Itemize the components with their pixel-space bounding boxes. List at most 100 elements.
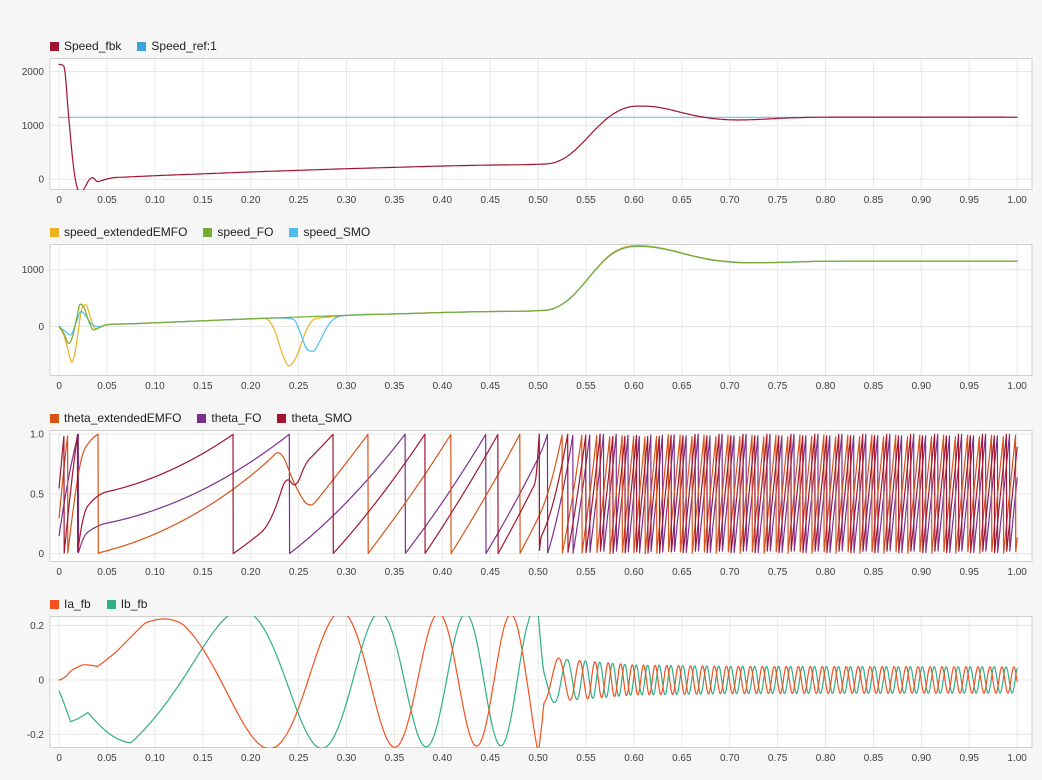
plot-background — [50, 58, 1032, 190]
legend-item-speed_extendedEMFO[interactable]: speed_extendedEMFO — [50, 225, 187, 239]
legend-swatch-icon — [203, 228, 212, 237]
legend-item-Speed_fbk[interactable]: Speed_fbk — [50, 39, 121, 53]
x-tick-label: 0 — [56, 381, 62, 392]
chart-block-observer-speeds: speed_extendedEMFO speed_FO speed_SMO 1000 0… — [2, 222, 1042, 394]
x-tick-label: 0.40 — [433, 381, 453, 392]
x-tick-label: 0.65 — [672, 753, 692, 764]
legend-label: theta_extendedEMFO — [64, 411, 181, 425]
legend-item-Speed_ref:1[interactable]: Speed_ref:1 — [137, 39, 216, 53]
x-tick-label: 0.75 — [768, 753, 788, 764]
x-tick-label: 0.25 — [289, 195, 309, 206]
x-tick-label: 0.90 — [912, 195, 932, 206]
y-tick-label: 1000 — [22, 265, 45, 276]
legend-item-Ia_fb[interactable]: Ia_fb — [50, 597, 91, 611]
y-tick-label: 2000 — [22, 67, 45, 78]
scope-window: { "page": { "bg": "#f6f6f6", "plot_bg": … — [0, 0, 1042, 766]
legend-label: speed_FO — [217, 225, 273, 239]
legend-item-theta_SMO[interactable]: theta_SMO — [277, 411, 352, 425]
x-tick-label: 0.70 — [720, 195, 740, 206]
legend-label: Speed_ref:1 — [151, 39, 216, 53]
legend-item-speed_FO[interactable]: speed_FO — [203, 225, 273, 239]
legend-swatch-icon — [137, 42, 146, 51]
legend-swatch-icon — [50, 414, 59, 423]
legend-swatch-icon — [50, 228, 59, 237]
x-tick-label: 0.15 — [193, 753, 213, 764]
x-tick-label: 0.60 — [624, 195, 644, 206]
x-tick-label: 0.65 — [672, 195, 692, 206]
legend-item-Ib_fb[interactable]: Ib_fb — [107, 597, 148, 611]
x-tick-label: 0.30 — [337, 753, 357, 764]
x-tick-label: 0.20 — [241, 381, 261, 392]
y-tick-label: -0.2 — [27, 730, 45, 741]
x-tick-label: 0.75 — [768, 195, 788, 206]
x-tick-label: 0.70 — [720, 381, 740, 392]
x-tick-label: 0.90 — [912, 381, 932, 392]
x-tick-label: 0.35 — [385, 381, 405, 392]
x-tick-label: 0.40 — [433, 567, 453, 578]
x-tick-label: 0.85 — [864, 195, 884, 206]
x-tick-label: 0.95 — [960, 195, 980, 206]
x-tick-label: 0.50 — [528, 567, 548, 578]
legend-swatch-icon — [197, 414, 206, 423]
x-tick-label: 0.30 — [337, 195, 357, 206]
y-tick-label: 0 — [38, 549, 44, 560]
plot-theta: 1.00.5000.050.100.150.200.250.300.350.40… — [2, 430, 1040, 580]
legend-item-speed_SMO[interactable]: speed_SMO — [289, 225, 370, 239]
legend-observer-speeds: speed_extendedEMFO speed_FO speed_SMO — [50, 222, 1042, 242]
x-tick-label: 0.80 — [816, 567, 836, 578]
x-tick-label: 0 — [56, 195, 62, 206]
x-tick-label: 0.70 — [720, 753, 740, 764]
legend-label: speed_extendedEMFO — [64, 225, 187, 239]
x-tick-label: 0.90 — [912, 753, 932, 764]
x-tick-label: 0.50 — [528, 195, 548, 206]
x-tick-label: 0.35 — [385, 567, 405, 578]
x-tick-label: 0.20 — [241, 753, 261, 764]
legend-item-theta_extendedEMFO[interactable]: theta_extendedEMFO — [50, 411, 181, 425]
legend-label: theta_FO — [211, 411, 261, 425]
plot-currents: 0.20-0.200.050.100.150.200.250.300.350.4… — [2, 616, 1040, 766]
x-tick-label: 0.05 — [97, 567, 117, 578]
legend-label: Ib_fb — [121, 597, 148, 611]
x-tick-label: 0.45 — [480, 381, 500, 392]
x-tick-label: 0.10 — [145, 381, 165, 392]
x-tick-label: 1.00 — [1007, 195, 1027, 206]
x-tick-label: 0.85 — [864, 753, 884, 764]
x-tick-label: 0.85 — [864, 381, 884, 392]
x-tick-label: 0.75 — [768, 381, 788, 392]
x-tick-label: 0.55 — [576, 195, 596, 206]
x-tick-label: 0.80 — [816, 381, 836, 392]
x-tick-label: 0.40 — [433, 753, 453, 764]
x-tick-label: 0.05 — [97, 381, 117, 392]
x-tick-label: 0.15 — [193, 195, 213, 206]
legend-theta: theta_extendedEMFO theta_FO theta_SMO — [50, 408, 1042, 428]
x-tick-label: 0.95 — [960, 753, 980, 764]
y-tick-label: 0 — [38, 322, 44, 333]
x-tick-label: 0.05 — [97, 195, 117, 206]
x-tick-label: 0.85 — [864, 567, 884, 578]
y-tick-label: 0.2 — [30, 621, 44, 632]
x-tick-label: 0.35 — [385, 753, 405, 764]
legend-swatch-icon — [289, 228, 298, 237]
x-tick-label: 0.50 — [528, 753, 548, 764]
x-tick-label: 0.15 — [193, 381, 213, 392]
x-tick-label: 0.75 — [768, 567, 788, 578]
legend-currents: Ia_fb Ib_fb — [50, 594, 1042, 614]
y-tick-label: 0 — [38, 175, 44, 186]
x-tick-label: 0.90 — [912, 567, 932, 578]
y-tick-label: 1.0 — [30, 430, 44, 441]
legend-swatch-icon — [277, 414, 286, 423]
x-tick-label: 0.55 — [576, 567, 596, 578]
x-tick-label: 0.45 — [480, 753, 500, 764]
x-tick-label: 0.25 — [289, 567, 309, 578]
x-tick-label: 0.05 — [97, 753, 117, 764]
chart-block-theta: theta_extendedEMFO theta_FO theta_SMO 1.0 0.… — [2, 408, 1042, 580]
legend-item-theta_FO[interactable]: theta_FO — [197, 411, 261, 425]
legend-label: theta_SMO — [291, 411, 352, 425]
x-tick-label: 0.10 — [145, 567, 165, 578]
charts-root: Speed_fbk Speed_ref:1 2000 1000 0 0 0.05 0.10 0.… — [0, 0, 1042, 766]
x-tick-label: 0.20 — [241, 195, 261, 206]
x-tick-label: 0.10 — [145, 753, 165, 764]
legend-swatch-icon — [50, 42, 59, 51]
plot-speed: 20001000000.050.100.150.200.250.300.350.… — [2, 58, 1040, 208]
x-tick-label: 0.50 — [528, 381, 548, 392]
